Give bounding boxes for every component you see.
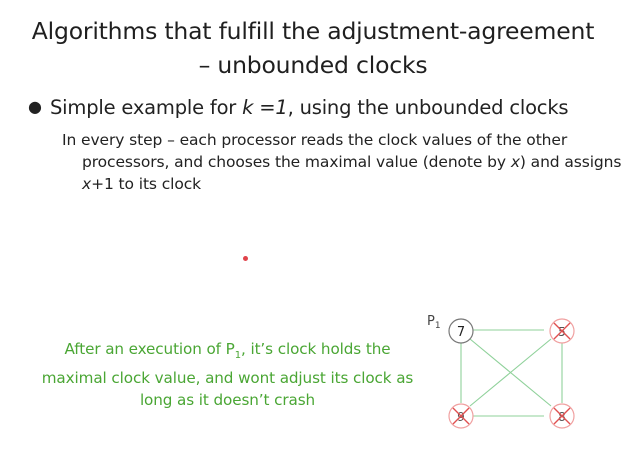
node-p1-value: 7 (457, 325, 465, 340)
bullet-text-after: , using the unbounded clocks (287, 96, 569, 119)
slide: Algorithms that fulfill the adjustment-a… (0, 0, 626, 449)
bullet-k-equals: = (253, 96, 276, 119)
title-line-1: Algorithms that fulfill the adjustment-a… (31, 17, 595, 45)
bullet-text-before: Simple example for (50, 96, 243, 119)
laser-pointer-dot (243, 256, 248, 261)
sub-x-variable-2: x (82, 175, 92, 193)
note-text: After an execution of P1, it’s clock hol… (30, 338, 425, 411)
sub-paragraph: In every step – each processor reads the… (62, 129, 622, 195)
node-p1-label-p: P (427, 314, 435, 329)
bullet-item: ● Simple example for k =1, using the unbo… (28, 94, 569, 121)
slide-title: Algorithms that fulfill the adjustment-a… (10, 14, 616, 82)
node-crashed-top-right: 5 (549, 318, 575, 344)
bullet-k-value: 1 (275, 96, 288, 119)
node-crashed-bottom-right: 8 (549, 403, 575, 429)
node-p1-label: P1 (427, 314, 441, 331)
sub-x-variable-1: x (510, 153, 520, 171)
node-bl-value: 9 (457, 410, 465, 424)
bullet-dot-icon: ● (28, 97, 42, 116)
note-text-1: After an execution of P (64, 340, 235, 358)
sub-text-3: +1 to its clock (91, 175, 202, 193)
sub-text-2: ) and assigns (519, 153, 622, 171)
processor-graph: 7 P1 5 9 8 (427, 314, 575, 429)
bullet-k-variable: k (242, 96, 254, 119)
title-line-2: – unbounded clocks (198, 51, 428, 79)
graph-edges (460, 329, 563, 417)
node-br-value: 8 (558, 410, 566, 424)
sub-text-1: In every step – each processor reads the… (62, 131, 568, 171)
node-p1: 7 P1 (427, 314, 474, 344)
node-crashed-bottom-left: 9 (448, 403, 474, 429)
node-p1-label-sub: 1 (435, 321, 441, 331)
node-tr-value: 5 (558, 325, 566, 339)
